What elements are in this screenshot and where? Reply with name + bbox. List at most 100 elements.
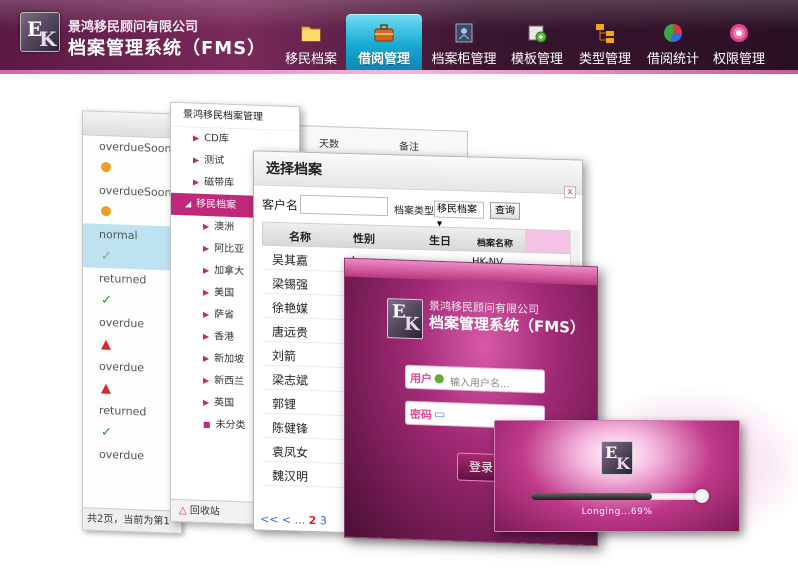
borrow-status-window: overdueSoon overdueSoon normal ✓ returne… <box>82 110 182 534</box>
tree-item-label: 美国 <box>214 287 235 299</box>
top-header: E K 景鸿移民顾问有限公司 档案管理系统（FMS） 移民档案 借阅管理 档案柜… <box>0 0 798 74</box>
expand-arrow-icon: ▶ <box>203 265 210 276</box>
expand-arrow-icon: ▶ <box>203 397 210 408</box>
tree-item-label: 移民档案 <box>196 198 237 212</box>
pagination: << < ... 2 3 <box>260 513 327 528</box>
expand-arrow-icon: ▶ <box>203 221 210 232</box>
nav-type-management[interactable]: 类型管理 <box>572 14 638 70</box>
username-label: 用户 <box>410 371 432 386</box>
page-ellipsis: ... <box>294 513 306 527</box>
cabinet-icon <box>455 23 473 43</box>
tree-item-label: CD库 <box>204 132 229 145</box>
expand-arrow-icon: ▶ <box>193 177 200 187</box>
page-link[interactable]: 3 <box>320 514 327 527</box>
loading-logo: E K <box>601 441 633 475</box>
cell-name: 陈健锋 <box>272 420 309 436</box>
close-icon[interactable]: x <box>564 186 576 199</box>
tree-item-label: 测试 <box>204 154 225 167</box>
col-days: 天数 <box>319 138 339 151</box>
cell-name: 吴其嘉 <box>272 252 309 268</box>
query-button[interactable]: 查询 <box>490 202 520 220</box>
file-type-label: 档案类型 <box>394 205 434 218</box>
file-type-select[interactable]: 移民档案 ▾ <box>434 200 484 230</box>
col-name[interactable]: 名称 <box>289 228 311 245</box>
col-remark: 备注 <box>399 141 419 154</box>
nav-immigration-files[interactable]: 移民档案 <box>278 14 344 70</box>
search-bar: 客户名 档案类型 移民档案 ▾ 查询 <box>254 191 582 230</box>
nav-permission-management[interactable]: 权限管理 <box>706 14 772 70</box>
tree-item-label: 未分类 <box>215 419 246 432</box>
nav-label: 借阅管理 <box>357 52 410 67</box>
tree-item-label: 澳洲 <box>214 221 235 233</box>
template-icon <box>528 25 547 43</box>
window-topbar <box>83 111 181 139</box>
nav-label: 模板管理 <box>510 52 563 67</box>
cell-name: 梁锡强 <box>272 276 309 292</box>
progress-knob <box>695 489 709 503</box>
cell-name: 徐艳媒 <box>272 300 309 316</box>
gear-flower-icon <box>730 24 748 42</box>
recycle-bin-label: 回收站 <box>189 505 220 518</box>
tree-item-label: 英国 <box>214 397 235 409</box>
loading-text: Longing...69% <box>581 507 653 517</box>
customer-name-input[interactable] <box>300 194 388 217</box>
tree-item-label: 萨省 <box>214 309 235 321</box>
col-gender[interactable]: 性别 <box>353 230 375 247</box>
nav-label: 借阅统计 <box>646 52 699 67</box>
recycle-icon: △ <box>179 505 190 517</box>
cell-name: 袁凤女 <box>272 444 309 460</box>
tree-item-label: 磁带库 <box>204 176 235 189</box>
header-highlight <box>525 229 573 254</box>
expand-arrow-icon: ▶ <box>203 309 210 320</box>
nav-label: 移民档案 <box>284 52 337 67</box>
username-placeholder: 输入用户名... <box>450 377 510 391</box>
dialog-title: 选择档案 <box>254 151 582 195</box>
username-field[interactable]: 用户 ● 输入用户名... <box>405 364 545 394</box>
login-logo: E K <box>387 298 423 340</box>
cell-name: 梁志斌 <box>272 372 309 388</box>
hierarchy-icon <box>596 24 614 43</box>
nav-borrow-statistics[interactable]: 借阅统计 <box>640 14 706 70</box>
cell-name: 魏汉明 <box>272 468 309 484</box>
tree-item-label: 新加坡 <box>214 353 245 366</box>
expand-arrow-icon: ▶ <box>203 287 210 298</box>
system-name: 档案管理系统（FMS） <box>68 38 267 59</box>
password-label: 密码 <box>410 407 432 422</box>
user-icon: ● <box>434 370 445 386</box>
login-system-name: 档案管理系统（FMS） <box>429 313 585 337</box>
app-screenshot: E K 景鸿移民顾问有限公司 档案管理系统（FMS） 移民档案 借阅管理 档案柜… <box>0 0 798 582</box>
expand-arrow-icon: ▶ <box>203 243 210 254</box>
tree-item-label: 新西兰 <box>214 375 245 388</box>
app-logo: E K <box>20 12 60 52</box>
tree-item-label: 加拿大 <box>214 265 245 278</box>
tree-item-label: 香港 <box>214 331 235 343</box>
current-page[interactable]: 2 <box>309 514 317 527</box>
tree-root[interactable]: 景鸿移民档案管理 <box>171 102 299 132</box>
progress-bar <box>531 493 707 500</box>
briefcase-icon <box>374 24 394 42</box>
nav-template-management[interactable]: 模板管理 <box>504 14 570 70</box>
logo-letter-k-icon: K <box>39 27 57 51</box>
folder-icon <box>301 26 321 42</box>
nav-borrow-management[interactable]: 借阅管理 <box>346 14 422 70</box>
nav-label: 档案柜管理 <box>431 52 497 67</box>
expand-arrow-icon: ▶ <box>193 133 200 143</box>
expand-arrow-icon: ▶ <box>203 375 210 386</box>
collapse-arrow-icon: ◢ <box>185 199 192 209</box>
col-birthday[interactable]: 生日 <box>429 232 451 249</box>
progress-fill <box>531 493 653 500</box>
logo-letter-k-icon: K <box>616 454 630 473</box>
expand-arrow-icon: ▶ <box>203 353 210 364</box>
prev-page-button[interactable]: << < <box>260 513 291 527</box>
status-row[interactable]: overdue <box>83 443 181 468</box>
expand-arrow-icon: ▶ <box>193 155 200 165</box>
key-icon: ▭ <box>434 406 446 422</box>
company-name: 景鸿移民顾问有限公司 <box>68 20 199 35</box>
cell-name: 刘箭 <box>272 348 297 364</box>
nav-label: 权限管理 <box>712 52 765 67</box>
logo-letter-k-icon: K <box>404 313 420 336</box>
col-file-name[interactable]: 档案名称 <box>477 236 513 250</box>
header-divider <box>0 70 798 74</box>
nav-cabinet-management[interactable]: 档案柜管理 <box>426 14 502 70</box>
cell-name: 唐远贵 <box>272 324 309 340</box>
